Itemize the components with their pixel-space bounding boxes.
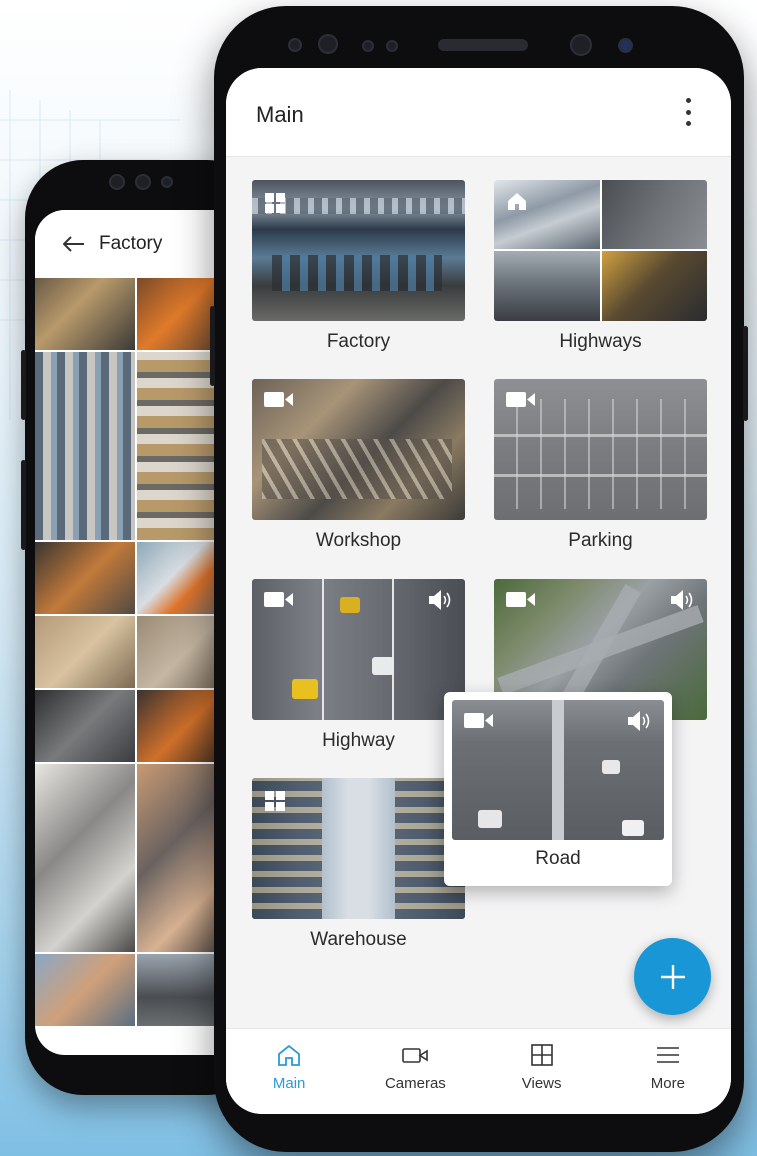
back-phone-title: Factory xyxy=(99,233,163,254)
dragged-camera-card[interactable]: Road xyxy=(444,692,672,886)
view-thumbnail xyxy=(452,700,664,840)
view-tile-highway[interactable]: Highway xyxy=(252,579,465,752)
tile-label: Road xyxy=(535,848,581,869)
nav-label: Views xyxy=(521,1075,562,1092)
app-bar: Main xyxy=(226,68,731,157)
tile-label: Highway xyxy=(322,730,395,751)
tile-label: Highways xyxy=(559,331,642,352)
view-thumbnail xyxy=(252,778,465,919)
camera-thumbnail[interactable] xyxy=(35,690,135,762)
phone-side-button xyxy=(21,350,26,420)
view-tile-workshop[interactable]: Workshop xyxy=(252,379,465,552)
nav-label: Cameras xyxy=(384,1075,446,1092)
phone-sensor xyxy=(386,40,398,52)
nav-label: More xyxy=(650,1075,685,1092)
view-thumbnail xyxy=(252,379,465,520)
phone-side-button xyxy=(21,460,26,550)
camera-thumbnail[interactable] xyxy=(35,542,135,614)
front-phone: Main Factory Highways Workshop Parking H… xyxy=(210,6,748,1152)
view-thumbnail xyxy=(252,180,465,321)
tile-label: Parking xyxy=(568,530,633,551)
phone-side-button xyxy=(743,326,748,421)
tile-label: Warehouse xyxy=(310,929,407,950)
nav-item-main[interactable]: Main xyxy=(226,1029,352,1114)
add-button[interactable] xyxy=(634,938,711,1015)
view-thumbnail xyxy=(494,180,707,321)
arrow-left-icon[interactable] xyxy=(63,236,85,252)
phone-sensor xyxy=(618,38,633,53)
more-vertical-icon[interactable] xyxy=(683,98,693,126)
front-phone-screen: Main Factory Highways Workshop Parking H… xyxy=(226,68,731,1114)
menu-icon xyxy=(656,1047,679,1063)
camera-thumbnail[interactable] xyxy=(35,954,135,1026)
nav-item-more[interactable]: More xyxy=(605,1029,731,1114)
phone-speaker xyxy=(438,39,528,51)
nav-item-cameras[interactable]: Cameras xyxy=(352,1029,478,1114)
speaker-icon xyxy=(429,590,451,610)
camera-icon xyxy=(464,713,493,728)
bottom-navigation: Main Cameras Views More xyxy=(226,1028,731,1114)
nav-item-views[interactable]: Views xyxy=(479,1029,605,1114)
camera-icon xyxy=(264,392,293,407)
view-thumbnail xyxy=(252,579,465,720)
speaker-icon xyxy=(628,711,650,731)
home-icon xyxy=(508,193,526,210)
page-title: Main xyxy=(256,102,304,127)
camera-thumbnail[interactable] xyxy=(35,278,135,350)
plus-icon xyxy=(660,964,685,989)
camera-thumbnail[interactable] xyxy=(35,352,135,540)
tile-label: Workshop xyxy=(315,530,402,551)
tile-label: Factory xyxy=(326,331,391,352)
phone-camera xyxy=(570,34,592,56)
camera-thumbnail[interactable] xyxy=(35,616,135,688)
view-tile-highways[interactable]: Highways xyxy=(494,180,707,353)
camera-icon xyxy=(506,592,535,607)
phone-camera xyxy=(109,174,125,190)
speaker-icon xyxy=(671,590,693,610)
view-tile-parking[interactable]: Parking xyxy=(494,379,707,552)
grid-view-icon xyxy=(265,791,285,811)
camera-icon xyxy=(264,592,293,607)
home-icon xyxy=(278,1044,301,1066)
view-tile-factory[interactable]: Factory xyxy=(252,180,465,353)
grid-view-icon xyxy=(265,193,285,213)
phone-side-button xyxy=(210,306,215,386)
nav-label: Main xyxy=(272,1075,306,1092)
phone-sensor xyxy=(288,38,302,52)
camera-icon xyxy=(506,392,535,407)
view-thumbnail xyxy=(494,379,707,520)
phone-sensor xyxy=(135,174,151,190)
camera-icon xyxy=(402,1048,429,1063)
camera-thumbnail[interactable] xyxy=(35,764,135,952)
phone-sensor xyxy=(161,176,173,188)
phone-sensor xyxy=(362,40,374,52)
view-tile-warehouse[interactable]: Warehouse xyxy=(252,778,465,951)
phone-camera xyxy=(318,34,338,54)
grid-view-icon xyxy=(530,1044,553,1066)
